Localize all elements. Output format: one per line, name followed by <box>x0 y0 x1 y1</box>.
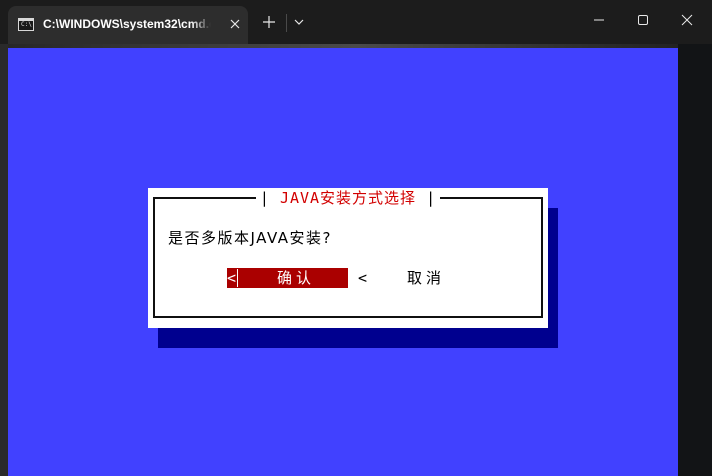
cmd-icon-text: C:\ <box>21 21 32 28</box>
cancel-button[interactable]: 取消 <box>407 268 445 288</box>
cmd-icon: C:\ <box>18 18 34 31</box>
terminal-area[interactable]: | JAVA安装方式选择 | 是否多版本JAVA安装? < 确认 < 取消 <box>8 48 678 476</box>
close-icon <box>230 19 240 29</box>
dialog-title-text: JAVA安装方式选择 <box>279 189 417 207</box>
window-left-edge <box>0 44 8 476</box>
confirm-label: 确认 <box>277 269 316 287</box>
dialog-prompt: 是否多版本JAVA安装? <box>168 229 332 247</box>
title-bar: C:\ C:\WINDOWS\system32\cmd.exe <box>0 0 712 44</box>
java-install-dialog: | JAVA安装方式选择 | 是否多版本JAVA安装? < 确认 < 取消 <box>148 188 548 328</box>
maximize-button[interactable] <box>621 6 665 34</box>
title-bar-right: | <box>426 189 437 207</box>
confirm-bracket-right: < <box>358 269 368 287</box>
terminal-window: C:\ C:\WINDOWS\system32\cmd.exe | JAVA安装… <box>0 0 712 476</box>
confirm-button[interactable]: < 确认 <box>227 268 348 288</box>
tab-cmd[interactable]: C:\ C:\WINDOWS\system32\cmd.exe <box>8 6 248 44</box>
tab-title: C:\WINDOWS\system32\cmd.exe <box>43 17 211 31</box>
new-tab-button[interactable] <box>259 11 279 33</box>
dialog-title-wrap: | JAVA安装方式选择 | <box>255 188 441 208</box>
minimize-button[interactable] <box>577 6 621 34</box>
dialog-title: | JAVA安装方式选择 | <box>148 188 548 208</box>
close-window-button[interactable] <box>665 6 709 34</box>
tab-separator <box>286 14 287 32</box>
confirm-bracket-left: < <box>227 269 237 287</box>
tab-dropdown-button[interactable] <box>290 12 308 32</box>
scrollbar-gutter[interactable] <box>678 44 712 476</box>
title-bar-left: | <box>259 189 270 207</box>
chevron-down-icon <box>294 19 304 25</box>
tab-close-button[interactable] <box>226 15 244 33</box>
maximize-icon <box>638 15 648 25</box>
close-icon <box>681 14 693 26</box>
text-cursor <box>237 269 238 287</box>
minimize-icon <box>594 19 604 21</box>
plus-icon <box>263 16 275 28</box>
dialog-frame <box>153 197 543 318</box>
